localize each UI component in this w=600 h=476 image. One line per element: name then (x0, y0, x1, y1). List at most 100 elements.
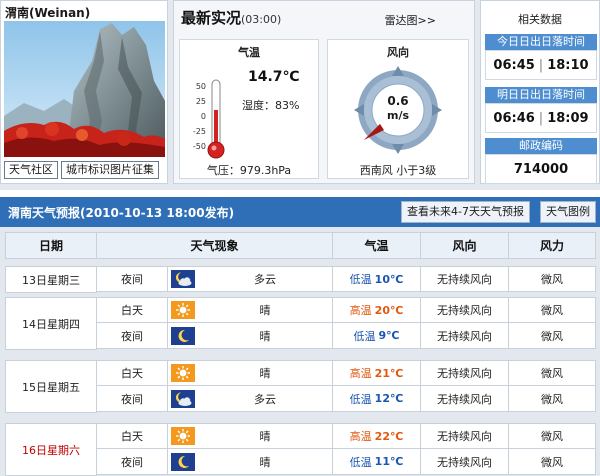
city-logo-photo-link[interactable]: 城市标识图片征集 (61, 161, 159, 179)
weather-description: 晴 (198, 360, 333, 386)
wind-speed: 0.6 (387, 94, 409, 108)
forecast-row: 夜间 多云 低温 12℃ 无持续风向 微风 (97, 386, 596, 412)
forecast-temperature: 高温 22℃ (333, 423, 421, 449)
forecast-period: 白天 (97, 297, 168, 323)
low-temp-label: 低温 (349, 273, 372, 286)
clear-night-icon (168, 323, 198, 349)
forecast-table-header-row: 日期 天气现象 气温 风向 风力 (5, 232, 596, 259)
low-temp-value: 11℃ (374, 455, 404, 468)
forecast-row: 夜间 多云 低温 10℃ 无持续风向 微风 (97, 266, 596, 292)
forecast-period: 白天 (97, 423, 168, 449)
tomorrow-sunset: 18:09 (547, 111, 589, 126)
separator: | (538, 111, 544, 126)
forecast-row: 白天晴高温 21℃ 无持续风向 微风 (97, 360, 596, 386)
postcode-label: 邮政编码 (485, 138, 597, 154)
city-photo (4, 21, 165, 157)
weather-description: 多云 (198, 266, 333, 292)
forecast-date: 13日星期三 (5, 266, 97, 293)
low-temp-value: 10℃ (374, 272, 404, 286)
high-temp-label: 高温 (349, 367, 372, 380)
cloudy-night-icon (168, 386, 198, 412)
city-links: 天气社区 城市标识图片征集 (4, 161, 159, 181)
wind-direction: 无持续风向 (421, 449, 509, 475)
tomorrow-sun-times: 06:46 | 18:09 (485, 103, 597, 133)
wind-force: 微风 (509, 449, 596, 475)
forecast-date: 16日星期六 (5, 423, 97, 476)
forecast-period: 夜间 (97, 386, 168, 412)
wind-force: 微风 (509, 297, 596, 323)
high-temp-label: 高温 (349, 430, 372, 443)
wind-direction: 无持续风向 (421, 360, 509, 386)
wind-force: 微风 (509, 323, 596, 349)
header-wind-force: 风力 (509, 232, 596, 259)
wind-direction: 无持续风向 (421, 297, 509, 323)
high-temp-label: 高温 (349, 304, 372, 317)
wind-title: 风向 (387, 46, 409, 59)
forecast-table: 日期 天气现象 气温 风向 风力 13日星期三 夜间 多云 低温 10℃ 无持续风向 微风 1… (0, 227, 600, 476)
wind-force: 微风 (509, 386, 596, 412)
high-temp-value: 21℃ (374, 366, 404, 380)
sunny-icon (168, 360, 198, 386)
thermometer-tick-label: -25 (193, 127, 206, 136)
low-temp-label: 低温 (353, 329, 376, 343)
temperature-box: 气温 50 25 0 -25 -50 14.7℃ 湿度：83% 气压：979.3… (179, 39, 319, 179)
sunny-icon (168, 297, 198, 323)
weather-community-link[interactable]: 天气社区 (4, 161, 58, 179)
forecast-period: 夜间 (97, 323, 168, 349)
low-temp-value: 9℃ (378, 329, 400, 342)
forecast-temperature: 低温 10℃ (333, 266, 421, 292)
weather-description: 晴 (198, 449, 333, 475)
thermometer-tick-label: 25 (196, 97, 206, 106)
clear-night-icon (168, 449, 198, 475)
thermometer-icon: 50 25 0 -25 -50 (193, 79, 225, 159)
forecast-temperature: 高温 21℃ (333, 360, 421, 386)
wind-speed-unit: m/s (386, 109, 410, 122)
radar-link[interactable]: 雷达图>> (385, 12, 436, 28)
cloudy-night-icon (168, 266, 198, 292)
forecast-temperature: 低温 9℃ (333, 323, 421, 349)
thermometer-tick-label: 0 (201, 112, 206, 121)
wind-description: 西南风 小于3级 (359, 164, 437, 177)
header-temperature: 气温 (333, 232, 421, 259)
wind-box: 风向 0.6 m/s 西南风 小于3级 (327, 39, 469, 179)
header-wind-direction: 风向 (421, 232, 509, 259)
high-temp-value: 22℃ (374, 429, 404, 443)
tomorrow-sunrise: 06:46 (493, 111, 535, 126)
current-conditions-title-text: 最新实况 (181, 9, 242, 27)
forecast-temperature: 低温 12℃ (333, 386, 421, 412)
today-sun-times: 06:45 | 18:10 (485, 50, 597, 80)
current-conditions-title: 最新实况(03:00) (181, 7, 281, 28)
weather-description: 多云 (198, 386, 333, 412)
forecast-period: 夜间 (97, 266, 168, 292)
forecast-period: 白天 (97, 360, 168, 386)
header-phenomenon: 天气现象 (97, 232, 333, 259)
mountain-photo-image (4, 21, 165, 157)
separator: | (538, 58, 544, 73)
header-date: 日期 (6, 232, 97, 259)
forecast-row: 白天晴高温 20℃ 无持续风向 微风 (97, 297, 596, 323)
forecast-row: 白天晴高温 22℃ 无持续风向 微风 (97, 423, 596, 449)
wind-direction: 无持续风向 (421, 266, 509, 292)
wind-direction: 无持续风向 (421, 423, 509, 449)
view-4-7-day-forecast-button[interactable]: 查看未来4-7天天气预报 (401, 201, 530, 223)
wind-direction: 无持续风向 (421, 386, 509, 412)
forecast-row: 夜间晴低温 9℃ 无持续风向 微风 (97, 323, 596, 349)
today-sunrise: 06:45 (493, 58, 535, 73)
forecast-title: 渭南天气预报(2010-10-13 18:00发布) (8, 206, 235, 220)
forecast-temperature: 高温 20℃ (333, 297, 421, 323)
current-temperature: 14.7℃ (248, 69, 300, 85)
postcode-value: 714000 (485, 154, 597, 184)
forecast-period: 夜间 (97, 449, 168, 475)
tomorrow-sun-label: 明日日出日落时间 (485, 87, 597, 103)
related-data-panel: 相关数据 今日日出日落时间 06:45 | 18:10 明日日出日落时间 06:46… (480, 0, 600, 184)
top-area: 渭南(Weinan) 天气社区 城市标识图片征集 最新实况(03:00) 雷达图… (0, 0, 600, 190)
weather-legend-button[interactable]: 天气图例 (540, 201, 596, 223)
current-conditions-panel: 最新实况(03:00) 雷达图>> 气温 50 25 0 -25 -50 14.… (173, 0, 475, 184)
humidity: 湿度：83% (242, 99, 300, 112)
city-name: 渭南(Weinan) (5, 6, 91, 20)
wind-force: 微风 (509, 360, 596, 386)
sunny-icon (168, 423, 198, 449)
weather-description: 晴 (198, 323, 333, 349)
related-data-title: 相关数据 (518, 13, 562, 26)
forecast-row: 夜间晴低温 11℃ 无持续风向 微风 (97, 449, 596, 475)
